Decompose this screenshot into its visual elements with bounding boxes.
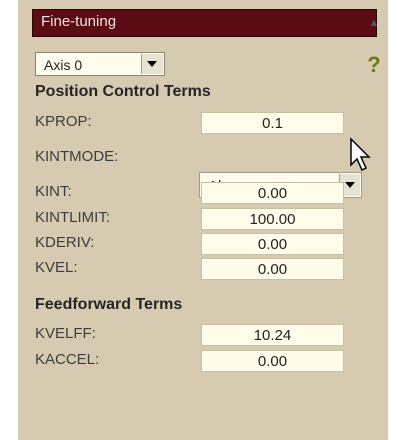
panel-titlebar: Fine-tuning	[32, 9, 377, 37]
kaccel-field[interactable]: 0.00	[201, 350, 344, 372]
kderiv-field[interactable]: 0.00	[201, 233, 344, 255]
axis-select[interactable]: Axis 0	[35, 52, 165, 76]
kderiv-label: KDERIV:	[35, 234, 95, 251]
kvelff-field[interactable]: 10.24	[201, 324, 344, 346]
section-title-position: Position Control Terms	[35, 83, 211, 100]
kintlimit-field[interactable]: 100.00	[201, 208, 344, 230]
kvel-field[interactable]: 0.00	[201, 258, 344, 280]
panel-title: Fine-tuning	[41, 13, 117, 30]
kprop-label: KPROP:	[35, 113, 92, 130]
kvel-label: KVEL:	[35, 259, 78, 276]
fine-tuning-panel: Fine-tuning ▲ Axis 0 ? Position Control …	[18, 0, 388, 440]
kprop-field[interactable]: 0.1	[201, 112, 344, 134]
kintmode-label: KINTMODE:	[35, 148, 119, 165]
kaccel-label: KACCEL:	[35, 351, 100, 368]
kint-label: KINT:	[35, 183, 72, 200]
axis-select-value: Axis 0	[44, 57, 83, 73]
section-title-feedforward: Feedforward Terms	[35, 296, 183, 313]
help-icon[interactable]: ?	[364, 52, 384, 78]
dropdown-arrow-icon[interactable]	[141, 54, 163, 74]
collapse-icon[interactable]: ▲	[364, 13, 384, 33]
mouse-cursor-icon	[350, 137, 371, 172]
kint-field[interactable]: 0.00	[201, 182, 344, 204]
kvelff-label: KVELFF:	[35, 325, 96, 342]
kintlimit-label: KINTLIMIT:	[35, 209, 111, 226]
